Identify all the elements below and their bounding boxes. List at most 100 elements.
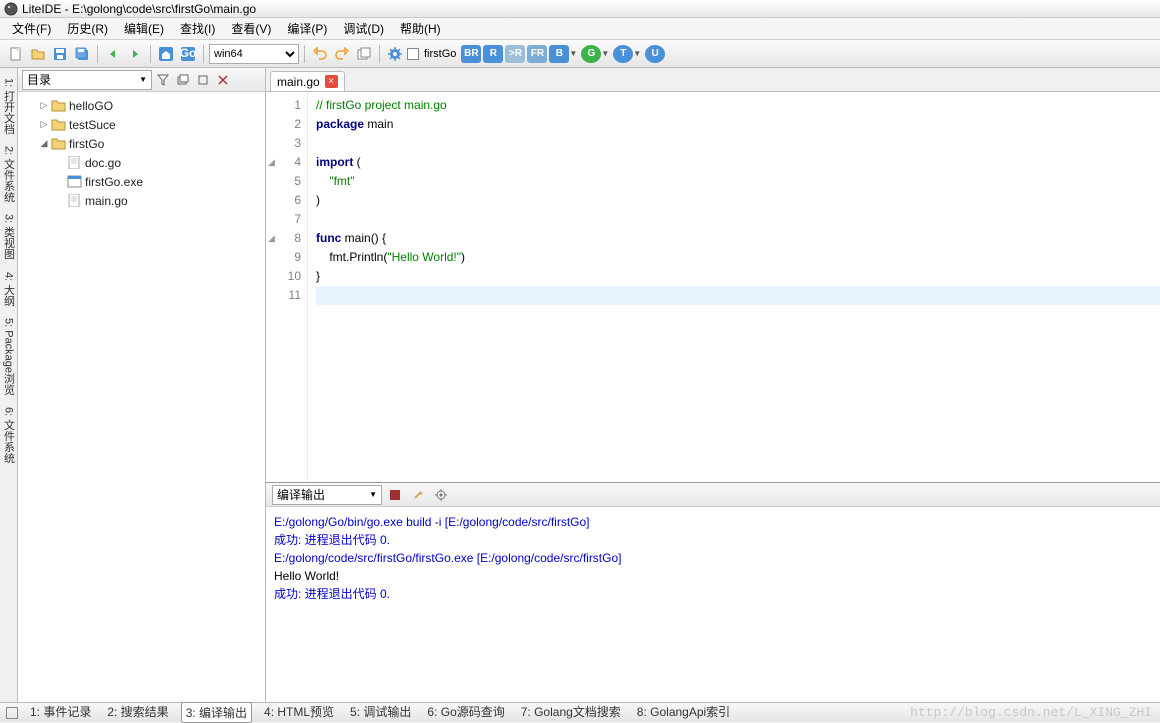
code-line[interactable]: // firstGo project main.go — [316, 96, 1160, 115]
menu-item[interactable]: 编辑(E) — [116, 18, 172, 39]
tree-item-label: firstGo — [69, 137, 104, 151]
get-button[interactable]: G — [581, 45, 601, 63]
bottom-bar: 1: 事件记录 2: 搜索结果 3: 编译输出 4: HTML预览 5: 调试输出 6: … — [0, 702, 1160, 722]
build-button[interactable]: B — [549, 45, 569, 63]
redo-button[interactable] — [332, 44, 352, 64]
app-name-label: firstGo — [421, 48, 459, 60]
code-line[interactable]: ) — [316, 191, 1160, 210]
code-line[interactable] — [316, 210, 1160, 229]
bottom-tab[interactable]: 7: Golang文档搜索 — [517, 702, 625, 723]
file-tree: ▷helloGO▷testSuce ◢ firstGo doc.go firstGo.e… — [18, 92, 265, 702]
line-number: 10 — [266, 267, 301, 286]
code-line[interactable]: import ( — [316, 153, 1160, 172]
close-panel-icon[interactable] — [214, 71, 232, 89]
vertical-tab[interactable]: 5: Package浏览 — [0, 312, 18, 401]
line-number: ◢4 — [266, 153, 301, 172]
bottom-tab[interactable]: 2: 搜索结果 — [103, 702, 172, 723]
code-line[interactable]: package main — [316, 115, 1160, 134]
forward-button[interactable] — [125, 44, 145, 64]
sync-icon[interactable] — [174, 71, 192, 89]
test-button[interactable]: T — [613, 45, 633, 63]
line-number: 3 — [266, 134, 301, 153]
output-line: 成功: 进程退出代码 0. — [274, 531, 1152, 549]
vertical-tab[interactable]: 1: 打开文档 — [0, 72, 18, 140]
home-button[interactable] — [156, 44, 176, 64]
vertical-tab[interactable]: 2: 文件系统 — [0, 140, 18, 208]
main-area: 1: 打开文档2: 文件系统3: 类视图4: 大纲5: Package浏览6: … — [0, 68, 1160, 702]
sidebar-view-combo[interactable]: 目录▼ — [22, 70, 152, 90]
bottom-tab[interactable]: 4: HTML预览 — [260, 702, 338, 723]
menu-item[interactable]: 查找(I) — [172, 18, 223, 39]
save-all-button[interactable] — [72, 44, 92, 64]
bottom-tab[interactable]: 5: 调试输出 — [346, 702, 415, 723]
code-line[interactable] — [316, 134, 1160, 153]
bottom-tab[interactable]: 6: Go源码查询 — [423, 702, 508, 723]
tree-item-label: doc.go — [85, 156, 121, 170]
filter-icon[interactable] — [154, 71, 172, 89]
tree-toggle-icon[interactable]: ▷ — [38, 119, 50, 130]
undo-button[interactable] — [310, 44, 330, 64]
close-tab-button[interactable]: × — [325, 75, 338, 88]
menu-item[interactable]: 文件(F) — [4, 18, 59, 39]
new-file-button[interactable] — [6, 44, 26, 64]
menu-item[interactable]: 历史(R) — [59, 18, 116, 39]
output-body[interactable]: E:/golong/Go/bin/go.exe build -i [E:/gol… — [266, 507, 1160, 702]
code-area[interactable]: // firstGo project main.gopackage main im… — [308, 92, 1160, 482]
file-run-button[interactable]: FR — [527, 45, 547, 63]
vertical-tab[interactable]: 3: 类视图 — [0, 208, 18, 265]
lock-build-checkbox[interactable] — [407, 48, 419, 60]
bottom-tab[interactable]: 3: 编译输出 — [181, 702, 252, 723]
dropdown-arrow-icon[interactable]: ▼ — [601, 49, 609, 58]
env-combo[interactable]: win64 — [209, 44, 299, 64]
go-logo-button[interactable]: Go — [178, 44, 198, 64]
menu-item[interactable]: 查看(V) — [223, 18, 279, 39]
output-settings-button[interactable] — [431, 485, 451, 505]
vertical-tab[interactable]: 6: 文件系统 — [0, 401, 18, 469]
tree-folder[interactable]: ◢ firstGo — [18, 134, 265, 153]
open-folder-button[interactable] — [28, 44, 48, 64]
bottom-tab[interactable]: 1: 事件记录 — [26, 702, 95, 723]
title-text: LiteIDE - E:\golong\code\src\firstGo\mai… — [22, 2, 256, 16]
menu-item[interactable]: 编译(P) — [279, 18, 335, 39]
code-line[interactable] — [316, 286, 1160, 305]
line-number: 11 — [266, 286, 301, 305]
output-line: E:/golong/Go/bin/go.exe build -i [E:/gol… — [274, 513, 1152, 531]
editor-tabbar: main.go × — [266, 68, 1160, 92]
tree-file[interactable]: firstGo.exe — [18, 172, 265, 191]
dropdown-arrow-icon[interactable]: ▼ — [633, 49, 641, 58]
toolbar: Go win64 firstGo BR R >R FR B ▼ G ▼ T ▼ … — [0, 40, 1160, 68]
save-button[interactable] — [50, 44, 70, 64]
utility-button[interactable]: U — [645, 45, 665, 63]
editor-tab[interactable]: main.go × — [270, 71, 345, 91]
menu-item[interactable]: 调试(D) — [335, 18, 392, 39]
back-button[interactable] — [103, 44, 123, 64]
build-config-button[interactable] — [385, 44, 405, 64]
bottom-tab[interactable]: 8: GolangApi索引 — [633, 702, 734, 723]
settings-icon[interactable] — [194, 71, 212, 89]
tree-file[interactable]: doc.go — [18, 153, 265, 172]
build-run-button[interactable]: BR — [461, 45, 481, 63]
run-button[interactable]: R — [483, 45, 503, 63]
clone-window-button[interactable] — [354, 44, 374, 64]
menu-item[interactable]: 帮助(H) — [392, 18, 449, 39]
dropdown-arrow-icon[interactable]: ▼ — [569, 49, 577, 58]
tree-toggle-icon[interactable]: ▷ — [38, 100, 50, 111]
watermark-text: http://blog.csdn.net/L_XING_ZHI — [910, 705, 1152, 720]
menubar: 文件(F)历史(R)编辑(E)查找(I)查看(V)编译(P)调试(D)帮助(H) — [0, 18, 1160, 40]
tree-folder[interactable]: ▷testSuce — [18, 115, 265, 134]
code-line[interactable]: } — [316, 267, 1160, 286]
tree-folder[interactable]: ▷helloGO — [18, 96, 265, 115]
code-line[interactable]: fmt.Println("Hello World!") — [316, 248, 1160, 267]
code-editor[interactable]: 123◢4567◢891011 // firstGo project main.… — [266, 92, 1160, 482]
run-subbutton[interactable]: >R — [505, 45, 525, 63]
stop-button[interactable] — [385, 485, 405, 505]
vertical-tab[interactable]: 4: 大纲 — [0, 266, 18, 312]
bottom-toggle-icon[interactable] — [6, 707, 18, 719]
code-line[interactable]: "fmt" — [316, 172, 1160, 191]
editor-pane: main.go × 123◢4567◢891011 // firstGo pro… — [266, 68, 1160, 702]
output-view-combo[interactable]: 编译输出▼ — [272, 485, 382, 505]
tree-toggle-icon[interactable]: ◢ — [38, 138, 50, 149]
tree-file[interactable]: main.go — [18, 191, 265, 210]
clear-output-button[interactable] — [408, 485, 428, 505]
code-line[interactable]: func main() { — [316, 229, 1160, 248]
